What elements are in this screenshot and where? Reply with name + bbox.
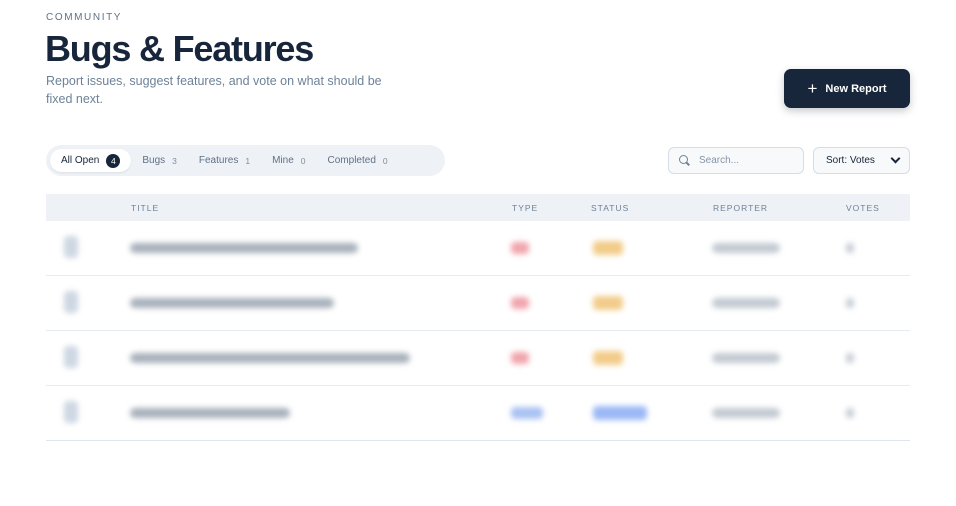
- column-header-type[interactable]: TYPE: [512, 203, 538, 213]
- upvote-icon[interactable]: [64, 401, 78, 423]
- status-chip-redacted: [593, 351, 623, 365]
- tab-mine[interactable]: Mine 0: [261, 149, 316, 172]
- table-row[interactable]: [46, 221, 910, 276]
- column-header-votes[interactable]: VOTES: [846, 203, 880, 213]
- row-title-redacted: [130, 243, 358, 253]
- filter-tabs: All Open 4 Bugs 3 Features 1 Mine 0 Comp…: [46, 145, 445, 176]
- search-box[interactable]: [668, 147, 804, 174]
- table-row[interactable]: [46, 276, 910, 331]
- column-header-status[interactable]: STATUS: [591, 203, 629, 213]
- table-row[interactable]: [46, 331, 910, 386]
- type-chip-redacted: [511, 242, 529, 254]
- upvote-icon[interactable]: [64, 236, 78, 258]
- status-chip-redacted: [593, 296, 623, 310]
- tab-completed[interactable]: Completed 0: [317, 149, 399, 172]
- tab-count: 0: [382, 155, 388, 166]
- tab-label: Bugs: [142, 155, 166, 166]
- new-report-label: New Report: [825, 82, 887, 95]
- tab-all-open[interactable]: All Open 4: [50, 149, 132, 172]
- votes-redacted: [846, 298, 854, 308]
- tab-count: 0: [300, 155, 306, 166]
- new-report-button[interactable]: + New Report: [784, 69, 910, 108]
- status-chip-redacted: [593, 241, 623, 255]
- row-title-redacted: [130, 353, 410, 363]
- votes-redacted: [846, 408, 854, 418]
- sort-select[interactable]: Sort: Votes: [813, 147, 910, 174]
- tab-label: All Open: [61, 155, 100, 166]
- votes-redacted: [846, 353, 854, 363]
- section-eyebrow: COMMUNITY: [46, 12, 123, 23]
- tab-label: Mine: [272, 155, 294, 166]
- table-row[interactable]: [46, 386, 910, 441]
- tab-label: Features: [198, 155, 239, 166]
- search-icon: [679, 154, 691, 167]
- tab-count: 3: [172, 155, 177, 166]
- page-subtitle: Report issues, suggest features, and vot…: [46, 74, 382, 106]
- upvote-icon[interactable]: [64, 291, 78, 313]
- tab-count-badge: 4: [106, 153, 121, 168]
- reports-table: TITLE TYPE STATUS REPORTER VOTES: [46, 194, 910, 441]
- page-title: Bugs & Features: [45, 28, 314, 69]
- type-chip-redacted: [511, 407, 543, 419]
- upvote-icon[interactable]: [64, 346, 78, 368]
- table-header: TITLE TYPE STATUS REPORTER VOTES: [46, 194, 910, 221]
- tab-label: Completed: [327, 155, 376, 166]
- status-chip-redacted: [593, 406, 647, 420]
- tab-features[interactable]: Features 1: [188, 149, 261, 172]
- search-input[interactable]: [699, 155, 795, 166]
- tab-count: 1: [245, 155, 251, 166]
- row-title-redacted: [130, 408, 290, 418]
- votes-redacted: [846, 243, 854, 253]
- column-header-title[interactable]: TITLE: [131, 203, 159, 213]
- type-chip-redacted: [511, 297, 529, 309]
- reporter-redacted: [712, 408, 780, 418]
- plus-icon: +: [807, 79, 818, 98]
- reporter-redacted: [712, 353, 780, 363]
- bugs-features-page: COMMUNITY Bugs & Features Report issues,…: [0, 0, 956, 506]
- reporter-redacted: [712, 243, 780, 253]
- tab-bugs[interactable]: Bugs 3: [131, 149, 188, 172]
- sort-label: Sort: Votes: [826, 155, 875, 166]
- chevron-down-icon: [890, 153, 901, 164]
- type-chip-redacted: [511, 352, 529, 364]
- column-header-reporter[interactable]: REPORTER: [713, 203, 768, 213]
- reporter-redacted: [712, 298, 780, 308]
- row-title-redacted: [130, 298, 334, 308]
